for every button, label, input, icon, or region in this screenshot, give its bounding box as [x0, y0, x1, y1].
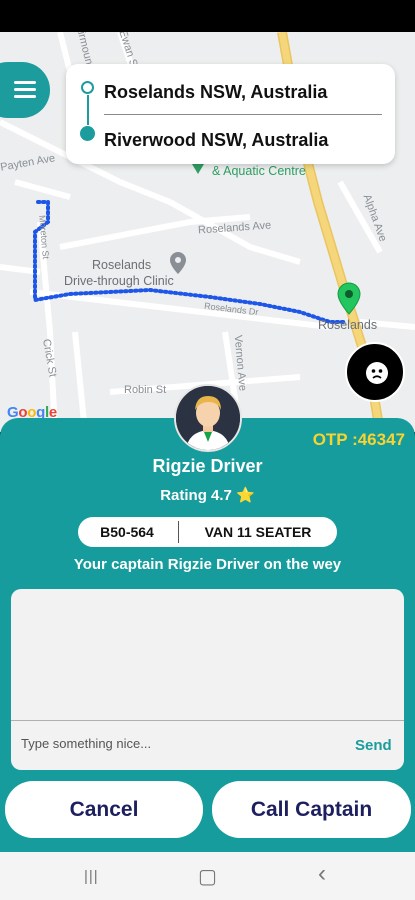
vehicle-type: VAN 11 SEATER — [204, 524, 312, 540]
chat-input[interactable] — [21, 736, 341, 751]
aquatic-marker-icon — [192, 164, 204, 174]
driver-rating: Rating 4.7 ⭐ — [0, 486, 415, 504]
map-label-aquatic: & Aquatic Centre — [212, 164, 306, 178]
chat-divider — [11, 720, 404, 721]
chat-box: Send — [11, 589, 404, 770]
driver-avatar — [174, 384, 242, 452]
home-icon[interactable]: ▢ — [198, 864, 217, 889]
map-label-clinic-2: Drive-through Clinic — [64, 274, 174, 288]
vehicle-info: B50-564 VAN 11 SEATER — [78, 517, 337, 547]
system-nav-bar: ||| ▢ ‹ — [0, 852, 415, 900]
map-label-clinic-1: Roselands — [92, 258, 152, 272]
route-divider — [104, 114, 382, 115]
origin-pin-icon — [81, 81, 94, 94]
origin-text[interactable]: Roselands NSW, Australia — [104, 82, 327, 103]
back-icon[interactable]: ‹ — [318, 860, 326, 888]
map-label-roselands: Roselands — [318, 318, 378, 332]
destination-text[interactable]: Riverwood NSW, Australia — [104, 130, 328, 151]
rating-text: Rating 4.7 — [160, 487, 232, 504]
otp-label: OTP :46347 — [312, 430, 405, 449]
call-captain-button[interactable]: Call Captain — [212, 781, 411, 838]
destination-pin-icon — [337, 282, 361, 315]
star-icon: ⭐ — [236, 487, 255, 504]
driver-name: Rigzie Driver — [152, 456, 263, 476]
clinic-pin-icon — [170, 252, 186, 274]
vehicle-plate: B50-564 — [100, 524, 154, 540]
map-label-robin: Robin St — [124, 384, 167, 396]
cancel-button[interactable]: Cancel — [5, 781, 203, 838]
trip-status-message: Your captain Rigzie Driver on the wey — [73, 556, 342, 573]
status-bar — [0, 0, 415, 32]
recents-icon[interactable]: ||| — [84, 868, 99, 885]
destination-dot-icon — [80, 126, 95, 141]
sad-face-icon — [366, 362, 388, 384]
send-button[interactable]: Send — [355, 737, 392, 754]
sos-button[interactable] — [345, 342, 405, 402]
route-card[interactable]: Roselands NSW, Australia Riverwood NSW, … — [66, 64, 395, 164]
route-connector — [87, 95, 89, 125]
